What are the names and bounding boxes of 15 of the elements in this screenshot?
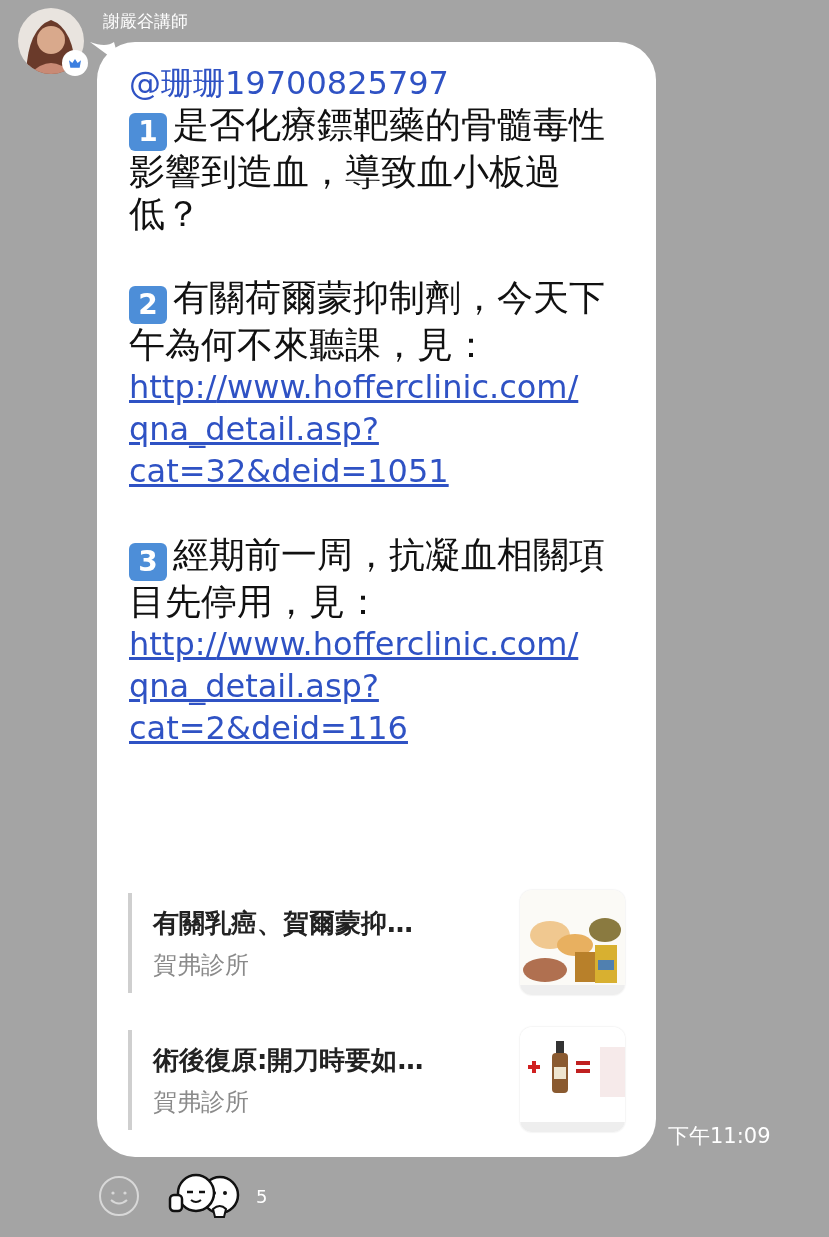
sender-name: 謝嚴谷講師 xyxy=(103,10,188,32)
reaction-count: 5 xyxy=(256,1185,268,1207)
preview-source: 賀弗診所 xyxy=(153,1087,250,1118)
mention-link[interactable]: @珊珊19700825797 xyxy=(129,62,449,104)
timestamp: 下午11:09 xyxy=(668,1123,771,1150)
message-text: 1 是否化療鏢靶藥的骨髓毒性影響到造血，導致血小板過低？ xyxy=(129,104,606,235)
preview-title: 術後復原:開刀時要如… xyxy=(153,1044,425,1077)
message-text: 3 經期前一周，抗凝血相關項目先停用，見： http://www.hofferclinic.com/qna_detail.asp?cat=2&deid=116 xyxy=(129,534,619,749)
link-preview[interactable]: 術後復原:開刀時要如… 賀弗診所 xyxy=(128,1027,625,1132)
link[interactable]: http://www.hofferclinic.com/qna_detail.asp?cat=32&deid=1051 xyxy=(129,366,619,492)
preview-source: 賀弗診所 xyxy=(153,950,250,981)
link-preview[interactable]: 有關乳癌、賀爾蒙抑… 賀弗診所 xyxy=(128,890,625,995)
message-text: 2 有關荷爾蒙抑制劑，今天下午為何不來聽課，見： http://www.hofferclinic.com/qna_detail.asp?cat=32&deid=1051 xyxy=(129,277,619,492)
preview-title: 有關乳癌、賀爾蒙抑… xyxy=(153,907,414,940)
link[interactable]: http://www.hofferclinic.com/qna_detail.asp?cat=2&deid=116 xyxy=(129,623,619,749)
